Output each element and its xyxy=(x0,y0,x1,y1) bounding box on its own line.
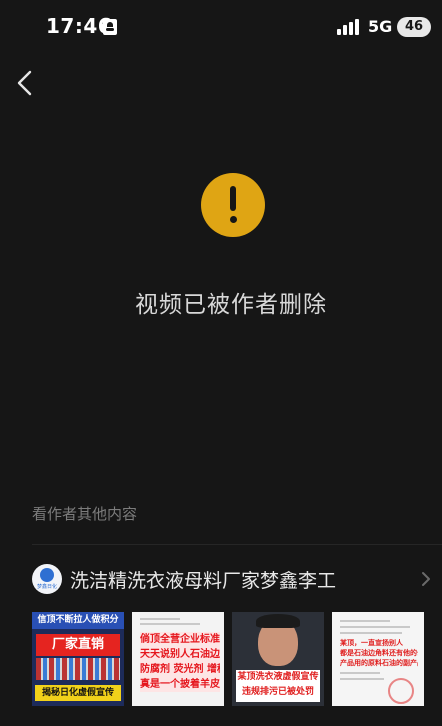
highlight-line: 某顶，一直宣扬别人 xyxy=(340,639,403,647)
author-name: 洗洁精洗衣液母料厂家梦鑫李工 xyxy=(70,570,337,592)
thumbnail-caption: 某顶洗衣液虚假宣传 违规排污已被处罚 xyxy=(236,670,320,702)
warning-icon xyxy=(201,173,265,237)
status-bar: 17:46 5G 46 xyxy=(0,0,442,56)
highlight-line: 产品用的原料石油的副产品 xyxy=(340,659,418,667)
product-bottles-image xyxy=(36,658,120,680)
divider xyxy=(32,544,442,545)
caption-line: 违规排污已被处罚 xyxy=(241,687,314,697)
thumbnail-highlight-text: 倘顶全营企业标准 天天说别人石油边角料 防腐剂 荧光剂 增稠剂 真是一个披着羊皮… xyxy=(140,632,220,700)
avatar-logo-icon xyxy=(40,568,54,582)
highlight-line: 倘顶全营企业标准 xyxy=(140,632,220,647)
video-deleted-message: 视频已被作者删除 xyxy=(135,292,327,318)
thumbnail-banner-text: 厂家直销 xyxy=(36,634,120,656)
person-hair-image xyxy=(256,614,300,628)
chevron-right-icon xyxy=(422,572,430,586)
network-label: 5G xyxy=(368,17,393,36)
battery-icon: 46 xyxy=(397,17,431,37)
thumbnail-caption: 揭秘日化虚假宣传 xyxy=(35,685,121,701)
signal-icon xyxy=(337,19,361,35)
avatar-text: 梦鑫日化 xyxy=(36,584,57,590)
video-thumbnail-3[interactable]: 某顶洗衣液虚假宣传 违规排污已被处罚 xyxy=(232,612,324,706)
video-thumbnail-4[interactable]: 某顶，一直宣扬别人 都是石油边角料还有他的公司 产品用的原料石油的副产品 xyxy=(332,612,424,706)
thumbnail-highlight-text: 某顶，一直宣扬别人 都是石油边角料还有他的公司 产品用的原料石油的副产品 xyxy=(340,638,418,668)
caption-line: 某顶洗衣液虚假宣传 xyxy=(237,672,319,682)
avatar: 梦鑫日化 xyxy=(32,564,62,594)
highlight-line: 真是一个披着羊皮的狼 xyxy=(140,677,220,692)
id-card-icon xyxy=(103,19,117,35)
highlight-line: 防腐剂 荧光剂 增稠剂 xyxy=(140,662,220,677)
thumbnail-top-text: 信顶不断拉人做积分 xyxy=(32,612,124,629)
video-thumbnails: 信顶不断拉人做积分 厂家直销 揭秘日化虚假宣传 倘顶全营企业标准 天天说别人石油… xyxy=(32,612,442,706)
seal-stamp-icon xyxy=(388,678,414,704)
author-row[interactable]: 梦鑫日化 洗洁精洗衣液母料厂家梦鑫李工 xyxy=(0,556,442,600)
video-thumbnail-2[interactable]: 倘顶全营企业标准 天天说别人石油边角料 防腐剂 荧光剂 增稠剂 真是一个披着羊皮… xyxy=(132,612,224,706)
chevron-left-icon xyxy=(17,70,32,96)
highlight-line: 天天说别人石油边角料 xyxy=(140,647,220,662)
video-thumbnail-1[interactable]: 信顶不断拉人做积分 厂家直销 揭秘日化虚假宣传 xyxy=(32,612,124,706)
back-button[interactable] xyxy=(8,66,42,100)
other-content-title: 看作者其他内容 xyxy=(32,505,138,523)
highlight-line: 都是石油边角料还有他的公司 xyxy=(340,649,418,657)
